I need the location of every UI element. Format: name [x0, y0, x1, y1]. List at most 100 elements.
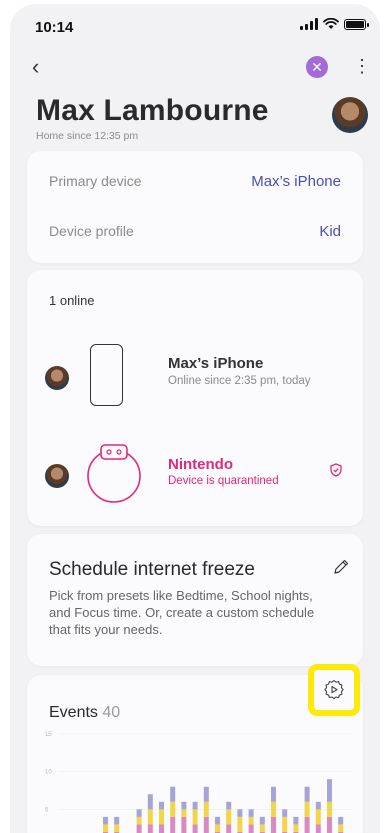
chart-bar-segment — [170, 816, 176, 833]
chart-bar-segment — [304, 816, 310, 833]
chart-bar-segment — [159, 801, 164, 810]
events-title: Events 40 — [49, 704, 120, 722]
chart-bar-segment — [192, 809, 198, 825]
more-options-icon[interactable]: ⋮ — [353, 57, 371, 75]
chart-bar-segment — [226, 809, 232, 825]
signal-icon — [300, 18, 318, 30]
chart-bar-segment — [226, 801, 232, 810]
chart-bar-segment — [338, 816, 344, 825]
close-button[interactable]: ✕ — [306, 56, 328, 78]
device-profile-value[interactable]: Kid — [319, 223, 341, 240]
chart-bar-segment — [203, 801, 209, 817]
primary-device-label: Primary device — [49, 173, 142, 189]
chart-bar-segment — [315, 801, 321, 810]
chart-bar-segment — [114, 816, 120, 825]
chart-bar-segment — [259, 816, 265, 825]
chart-bar-segment — [271, 786, 276, 802]
device-avatar — [45, 464, 69, 488]
chart-bar-segment — [147, 824, 153, 833]
chart-bar-segment — [327, 816, 332, 833]
page-subtitle: Home since 12:35 pm — [36, 130, 139, 142]
events-settings-button[interactable] — [308, 664, 360, 716]
chart-bar-segment — [181, 801, 187, 810]
chart-bar-segment — [136, 824, 142, 833]
chart-bar-segment — [237, 816, 243, 832]
status-time: 10:14 — [35, 19, 74, 36]
chart-bar-segment — [315, 824, 321, 833]
device-info-card: Primary device Max’s iPhone Device profi… — [27, 151, 363, 263]
chart-bar-segment — [271, 816, 276, 833]
chart-bar-segment — [282, 809, 288, 817]
back-icon[interactable]: ‹ — [32, 54, 39, 80]
smartphone-icon — [90, 344, 123, 406]
chart-bar-segment — [248, 816, 254, 825]
chart-y-ticks: 15 10 5 — [45, 732, 52, 813]
avatar[interactable] — [332, 97, 368, 133]
chart-y-tick-label: 5 — [45, 807, 49, 813]
primary-device-value[interactable]: Max’s iPhone — [251, 173, 341, 190]
top-nav: ‹ ✕ ⋮ — [10, 52, 380, 82]
device-status: Device is quarantined — [168, 475, 279, 487]
device-profile-row[interactable]: Device profile Kid — [49, 223, 341, 240]
online-count: 1 online — [49, 293, 95, 308]
schedule-title: Schedule internet freeze — [49, 559, 255, 580]
chart-bar-segment — [103, 816, 108, 825]
chart-bar-segment — [215, 816, 220, 825]
chart-bar-segment — [338, 824, 344, 832]
phone-screen: 10:14 ‹ ✕ ⋮ Max Lambourne Home since 12:… — [10, 4, 380, 833]
chart-bar-segment — [304, 786, 310, 802]
chart-bar-segment — [159, 809, 164, 825]
chart-bar-segment — [237, 809, 243, 817]
chart-bar-segment — [293, 816, 299, 825]
chart-bar-segment — [136, 816, 142, 825]
device-name: Nintendo — [168, 456, 233, 473]
chart-bar-segment — [114, 824, 120, 832]
chart-bar-segment — [192, 824, 198, 833]
chart-bar-segment — [248, 824, 254, 833]
chart-bar-segment — [203, 816, 209, 833]
gear-icon — [324, 679, 344, 700]
status-bar: 10:14 — [10, 4, 380, 44]
chart-bar-segment — [271, 801, 276, 817]
shield-icon — [330, 463, 342, 477]
chart-bar-segment — [327, 779, 332, 802]
schedule-description: Pick from presets like Bedtime, School n… — [49, 588, 315, 637]
chart-bar-segment — [215, 824, 220, 832]
chart-bar-segment — [192, 801, 198, 810]
pencil-icon[interactable] — [332, 558, 350, 576]
events-chart: 15 10 5 — [45, 732, 353, 833]
chart-bar-segment — [226, 824, 232, 833]
device-name: Max’s iPhone — [168, 355, 264, 372]
chart-y-tick-label: 15 — [45, 732, 52, 738]
events-settings-inner — [314, 670, 354, 710]
chart-bar-segment — [203, 786, 209, 802]
device-avatar — [45, 366, 69, 390]
device-status: Online since 2:35 pm, today — [168, 375, 311, 387]
primary-device-row[interactable]: Primary device Max’s iPhone — [49, 173, 341, 190]
devices-card: 1 online Max’s iPhone Online since 2:35 … — [27, 270, 363, 526]
wifi-icon — [323, 18, 339, 29]
chart-bar-segment — [304, 801, 310, 817]
chart-bar-segment — [147, 794, 153, 810]
chart-bar-segment — [170, 801, 176, 817]
device-profile-label: Device profile — [49, 223, 134, 239]
chart-bar-segment — [147, 809, 153, 825]
events-label: Events — [49, 704, 98, 721]
page-title: Max Lambourne — [36, 94, 269, 127]
device-item-nintendo[interactable]: Nintendo Device is quarantined — [27, 442, 363, 512]
chart-bar-segment — [248, 809, 254, 817]
chart-bar-segment — [181, 809, 187, 817]
chart-bar-segment — [159, 824, 164, 833]
device-item-iphone[interactable]: Max’s iPhone Online since 2:35 pm, today — [27, 340, 363, 410]
schedule-card[interactable]: Schedule internet freeze Pick from prese… — [27, 534, 363, 666]
events-count: 40 — [102, 704, 121, 721]
battery-icon — [344, 18, 369, 30]
chart-bar-segment — [259, 824, 265, 832]
chart-y-tick-label: 10 — [45, 770, 52, 776]
chart-bar-segment — [136, 809, 142, 817]
chart-bar-segment — [282, 816, 288, 832]
chart-bar-segment — [170, 786, 176, 802]
chart-bar-segment — [181, 816, 187, 833]
chart-bar-segment — [315, 809, 321, 825]
game-controller-icon — [87, 444, 141, 503]
